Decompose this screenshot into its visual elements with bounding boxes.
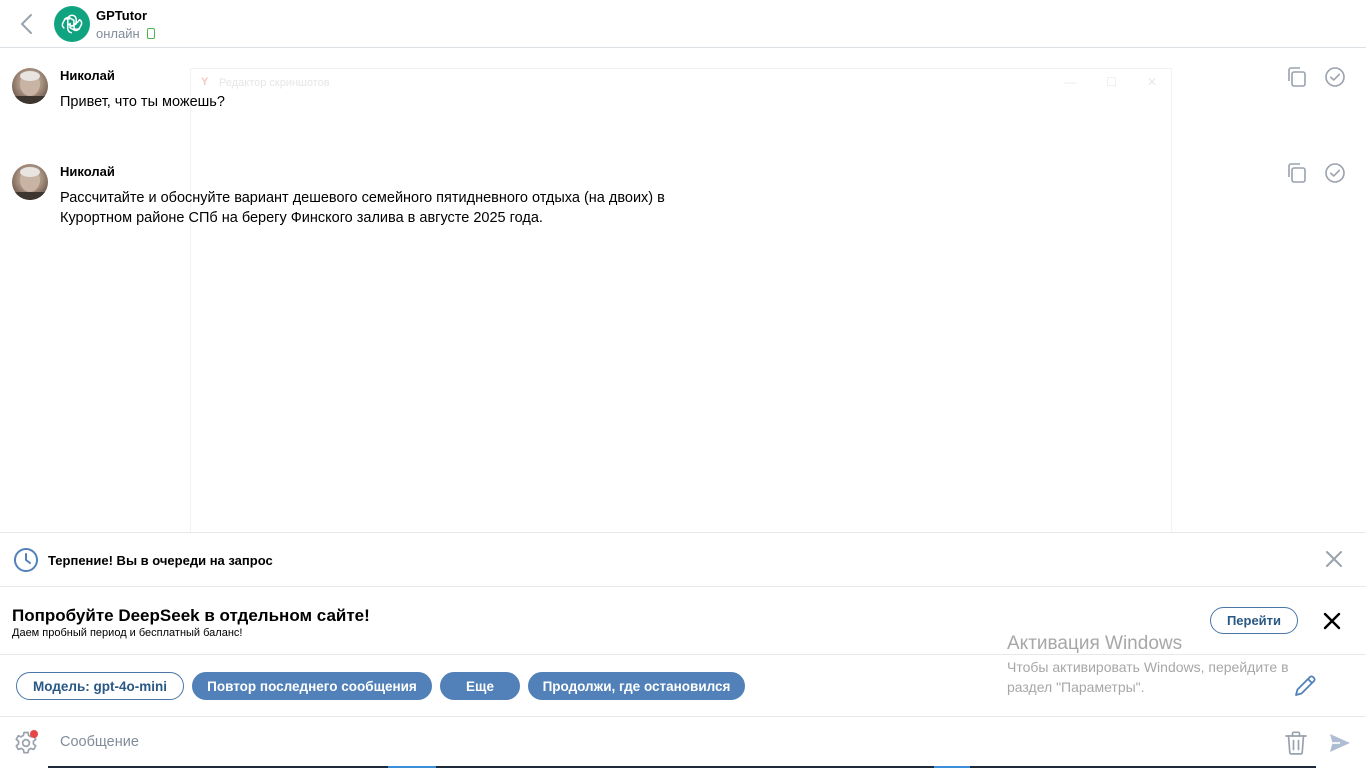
promo-go-button[interactable]: Перейти <box>1210 607 1298 634</box>
message-actions <box>1286 66 1346 88</box>
queue-status <box>13 547 39 578</box>
online-status-text: онлайн <box>96 26 140 41</box>
chat-title: GPTutor <box>96 8 148 23</box>
chevron-left-icon <box>21 14 32 34</box>
back-button[interactable] <box>14 12 38 36</box>
close-icon <box>1326 551 1342 567</box>
chat-app: GPTutor онлайн Y Редактор скриншотов — ☐… <box>0 0 1366 768</box>
mobile-online-icon <box>146 28 155 39</box>
message-composer <box>0 716 1366 768</box>
close-icon <box>1323 612 1341 630</box>
more-chip[interactable]: Еще <box>440 672 520 700</box>
openai-logo-icon <box>61 14 83 34</box>
online-status: онлайн <box>96 26 155 41</box>
message-item: Николай Привет, что ты можешь? <box>0 66 1366 148</box>
edit-button[interactable] <box>1292 673 1318 704</box>
message-actions <box>1286 162 1346 184</box>
copy-icon <box>1288 67 1306 87</box>
copy-button[interactable] <box>1286 162 1308 184</box>
quick-actions-bar: Модель: gpt-4o-mini Повтор последнего со… <box>0 654 1366 716</box>
clock-icon <box>14 548 38 572</box>
message-input[interactable] <box>60 727 1260 757</box>
repeat-last-message-chip[interactable]: Повтор последнего сообщения <box>192 672 432 700</box>
message-text: Рассчитайте и обоснуйте вариант дешевого… <box>60 190 665 226</box>
continue-chip[interactable]: Продолжи, где остановился <box>528 672 745 700</box>
notification-dot <box>30 730 38 738</box>
user-photo <box>12 167 48 200</box>
bot-avatar[interactable] <box>54 6 90 42</box>
select-message-button[interactable] <box>1324 66 1346 88</box>
message-text: Привет, что ты можешь? <box>60 94 225 110</box>
message-item: Николай Рассчитайте и обоснуйте вариант … <box>0 162 1366 244</box>
promo-subtitle: Даем пробный период и бесплатный баланс! <box>12 627 243 639</box>
copy-button[interactable] <box>1286 66 1308 88</box>
send-icon <box>1330 734 1350 752</box>
queue-close-button[interactable] <box>1324 549 1344 574</box>
user-avatar[interactable] <box>12 164 48 200</box>
chat-header: GPTutor онлайн <box>0 0 1366 48</box>
message-author[interactable]: Николай <box>60 164 115 179</box>
promo-close-button[interactable] <box>1322 611 1342 636</box>
queue-notice: Терпение! Вы в очереди на запрос <box>0 532 1366 586</box>
pencil-icon <box>1295 675 1316 696</box>
copy-icon <box>1288 163 1306 183</box>
select-message-button[interactable] <box>1324 162 1346 184</box>
promo-title: Попробуйте DeepSeek в отдельном сайте! <box>12 606 370 625</box>
check-circle-icon <box>1325 67 1345 87</box>
trash-icon <box>1285 731 1307 755</box>
send-button[interactable] <box>1328 731 1352 760</box>
check-circle-icon <box>1325 163 1345 183</box>
model-select-chip[interactable]: Модель: gpt-4o-mini <box>16 672 184 700</box>
deepseek-promo-banner: Попробуйте DeepSeek в отдельном сайте! Д… <box>0 586 1366 654</box>
user-photo <box>12 71 48 104</box>
message-author[interactable]: Николай <box>60 68 115 83</box>
user-avatar[interactable] <box>12 68 48 104</box>
clear-chat-button[interactable] <box>1284 730 1308 761</box>
queue-text: Терпение! Вы в очереди на запрос <box>48 553 273 568</box>
